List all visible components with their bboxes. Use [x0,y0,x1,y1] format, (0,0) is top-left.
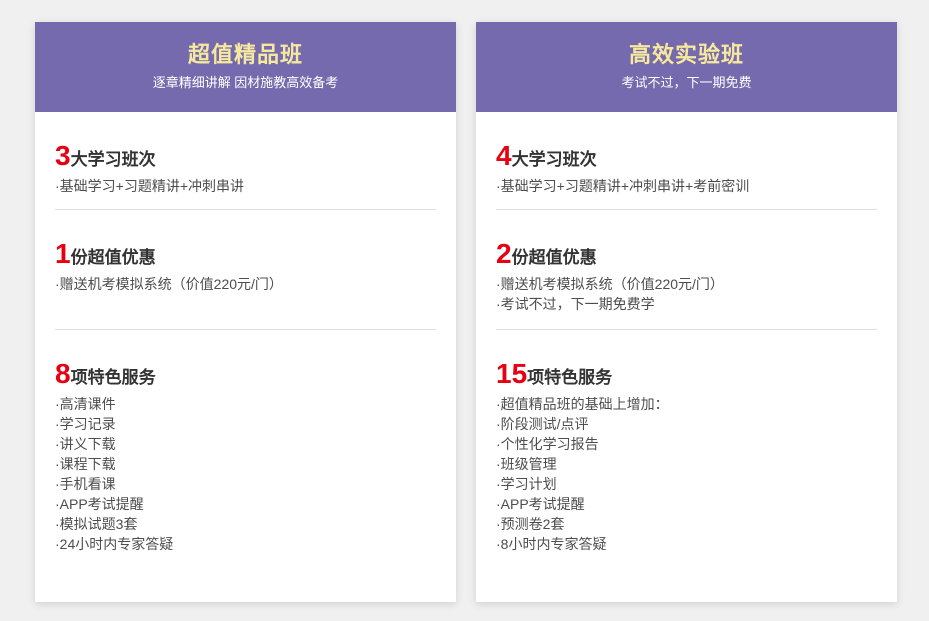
section-heading: 1份超值优惠 [55,239,436,274]
feature-item: ·模拟试题3套 [55,514,436,534]
card-body: 3大学习班次 ·基础学习+习题精讲+冲刺串讲 1份超值优惠 ·赠送机考模拟系统（… [35,112,456,602]
course-card-premium: 超值精品班 逐章精细讲解 因材施教高效备考 3大学习班次 ·基础学习+习题精讲+… [35,22,456,602]
section-count: 1 [55,238,71,269]
card-header: 超值精品班 逐章精细讲解 因材施教高效备考 [35,22,456,112]
feature-item: ·手机看课 [55,474,436,494]
feature-item: ·个性化学习报告 [496,434,877,454]
feature-item: ·课程下载 [55,454,436,474]
card-subtitle: 考试不过，下一期免费 [476,75,897,90]
section-title: 大学习班次 [71,150,156,169]
feature-item: ·学习记录 [55,414,436,434]
section-services: 15项特色服务 ·超值精品班的基础上增加： ·阶段测试/点评 ·个性化学习报告 … [496,330,877,602]
section-heading: 3大学习班次 [55,141,436,176]
card-body: 4大学习班次 ·基础学习+习题精讲+冲刺串讲+考前密训 2份超值优惠 ·赠送机考… [476,112,897,602]
section-heading: 2份超值优惠 [496,239,877,274]
section-title: 份超值优惠 [512,248,597,267]
feature-item: ·学习计划 [496,474,877,494]
page: 超值精品班 逐章精细讲解 因材施教高效备考 3大学习班次 ·基础学习+习题精讲+… [0,0,929,621]
feature-item: ·基础学习+习题精讲+冲刺串讲 [55,176,436,196]
card-subtitle: 逐章精细讲解 因材施教高效备考 [35,75,456,90]
feature-item: ·考试不过，下一期免费学 [496,294,877,314]
feature-item: ·基础学习+习题精讲+冲刺串讲+考前密训 [496,176,877,196]
feature-item: ·超值精品班的基础上增加： [496,394,877,414]
card-title: 高效实验班 [476,43,897,67]
section-title: 项特色服务 [71,368,156,387]
section-classes: 3大学习班次 ·基础学习+习题精讲+冲刺串讲 [55,112,436,210]
feature-item: ·赠送机考模拟系统（价值220元/门） [496,274,877,294]
section-title: 份超值优惠 [71,248,156,267]
feature-item: ·预测卷2套 [496,514,877,534]
course-card-experimental: 高效实验班 考试不过，下一期免费 4大学习班次 ·基础学习+习题精讲+冲刺串讲+… [476,22,897,602]
section-title: 项特色服务 [527,368,612,387]
feature-item: ·高清课件 [55,394,436,414]
feature-item: ·讲义下载 [55,434,436,454]
feature-item: ·阶段测试/点评 [496,414,877,434]
section-services: 8项特色服务 ·高清课件 ·学习记录 ·讲义下载 ·课程下载 ·手机看课 ·AP… [55,330,436,602]
section-count: 2 [496,238,512,269]
section-count: 15 [496,358,527,389]
section-heading: 4大学习班次 [496,141,877,176]
card-header: 高效实验班 考试不过，下一期免费 [476,22,897,112]
feature-item: ·8小时内专家答疑 [496,534,877,554]
feature-item: ·24小时内专家答疑 [55,534,436,554]
section-classes: 4大学习班次 ·基础学习+习题精讲+冲刺串讲+考前密训 [496,112,877,210]
feature-item: ·赠送机考模拟系统（价值220元/门） [55,274,436,294]
section-heading: 15项特色服务 [496,359,877,394]
section-count: 8 [55,358,71,389]
section-count: 4 [496,140,512,171]
feature-item: ·班级管理 [496,454,877,474]
card-title: 超值精品班 [35,43,456,67]
feature-item: ·APP考试提醒 [55,494,436,514]
feature-item: ·APP考试提醒 [496,494,877,514]
section-discounts: 2份超值优惠 ·赠送机考模拟系统（价值220元/门） ·考试不过，下一期免费学 [496,210,877,330]
section-heading: 8项特色服务 [55,359,436,394]
section-count: 3 [55,140,71,171]
section-title: 大学习班次 [512,150,597,169]
section-discounts: 1份超值优惠 ·赠送机考模拟系统（价值220元/门） [55,210,436,330]
pricing-cards: 超值精品班 逐章精细讲解 因材施教高效备考 3大学习班次 ·基础学习+习题精讲+… [35,22,897,602]
